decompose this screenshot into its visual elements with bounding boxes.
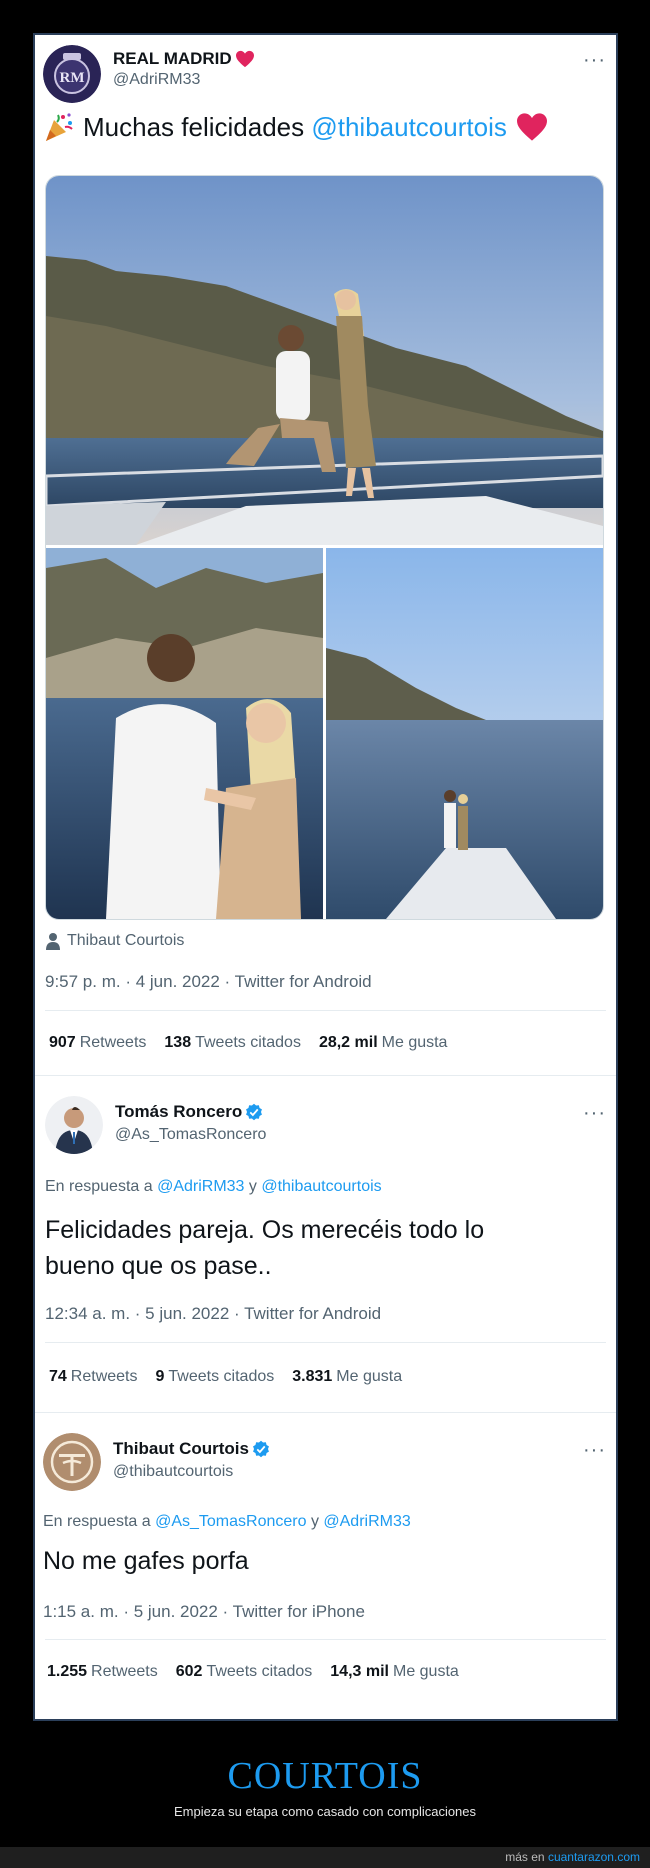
- tweet-stats: 907 Retweets 138 Tweets citados 28,2 mil Me…: [49, 1034, 447, 1052]
- quotes-stat[interactable]: 138 Tweets citados: [164, 1034, 301, 1052]
- reply-context: En respuesta a @AdriRM33 y @thibautcourt…: [45, 1178, 382, 1195]
- verified-badge-icon: [253, 1440, 269, 1458]
- mention-link[interactable]: @thibautcourtois: [311, 112, 507, 142]
- tweet-timestamp[interactable]: 1:15 a. m. · 5 jun. 2022 · Twitter for i…: [43, 1602, 365, 1622]
- quotes-stat[interactable]: 602 Tweets citados: [176, 1663, 313, 1681]
- likes-stat[interactable]: 14,3 mil Me gusta: [330, 1663, 459, 1681]
- photo-proposal[interactable]: [46, 176, 603, 545]
- reply-user-link[interactable]: @As_TomasRoncero: [155, 1513, 306, 1530]
- divider: [45, 1342, 606, 1343]
- tweet-realmadrid[interactable]: RM REAL MADRID @AdriRM33 ··· Muchas feli…: [35, 35, 616, 1051]
- photo-embrace[interactable]: [46, 548, 323, 919]
- verified-badge-icon: [246, 1103, 263, 1121]
- retweets-stat[interactable]: 1.255 Retweets: [47, 1663, 158, 1681]
- tweet-stats: 1.255 Retweets 602 Tweets citados 14,3 mil…: [47, 1663, 459, 1681]
- reply-user-link[interactable]: @AdriRM33: [323, 1513, 410, 1530]
- author-handle[interactable]: @AdriRM33: [113, 71, 200, 89]
- retweets-stat[interactable]: 74 Retweets: [49, 1368, 138, 1386]
- heart-icon: [235, 50, 254, 68]
- author-name[interactable]: Thibaut Courtois: [113, 1439, 249, 1459]
- quotes-stat[interactable]: 9 Tweets citados: [156, 1368, 275, 1386]
- tomasroncero-avatar[interactable]: [45, 1096, 103, 1154]
- more-options-icon[interactable]: ···: [583, 1439, 606, 1462]
- tweet-text: Felicidades pareja. Os merecéis todo lo …: [45, 1212, 484, 1284]
- tweet-text-line: Felicidades pareja. Os merecéis todo lo: [45, 1216, 485, 1244]
- source-site-link[interactable]: cuantarazon.com: [548, 1850, 640, 1864]
- heart-icon: [516, 113, 547, 141]
- photo-credit-name[interactable]: Thibaut Courtois: [67, 932, 184, 950]
- post-subtitle: Empieza su etapa como casado con complic…: [173, 1804, 477, 1819]
- tweet-photo-grid[interactable]: [45, 175, 604, 920]
- thibautcourtois-avatar[interactable]: [43, 1433, 101, 1491]
- author-name[interactable]: REAL MADRID: [113, 49, 232, 69]
- tweet-stats: 74 Retweets 9 Tweets citados 3.831 Me gusta: [49, 1368, 402, 1386]
- tweet-text-line: bueno que os pase..: [45, 1252, 272, 1280]
- tweet-tomasroncero[interactable]: Tomás Roncero @As_TomasRoncero ··· En re…: [35, 1076, 616, 1416]
- tweet-thibautcourtois[interactable]: Thibaut Courtois @thibautcourtois ··· En…: [35, 1413, 616, 1719]
- source-bar: más en cuantarazon.com: [0, 1847, 650, 1868]
- source-credit: más en cuantarazon.com: [505, 1850, 640, 1864]
- tweet-timestamp[interactable]: 9:57 p. m. · 4 jun. 2022 · Twitter for A…: [45, 972, 372, 992]
- divider: [45, 1639, 606, 1640]
- person-icon: [46, 933, 60, 950]
- realmadrid-avatar[interactable]: RM: [43, 45, 101, 103]
- reply-context: En respuesta a @As_TomasRoncero y @AdriR…: [43, 1513, 411, 1530]
- reply-user-link[interactable]: @AdriRM33: [157, 1178, 244, 1195]
- tweet-text-body: Muchas felicidades: [83, 111, 312, 142]
- tweet-text: No me gafes porfa: [43, 1547, 249, 1575]
- photo-sunset-boat[interactable]: [326, 548, 603, 919]
- tweet-text: Muchas felicidades @thibautcourtois: [43, 111, 549, 143]
- tweet-timestamp[interactable]: 12:34 a. m. · 5 jun. 2022 · Twitter for …: [45, 1304, 381, 1324]
- photo-credit[interactable]: Thibaut Courtois: [45, 932, 184, 950]
- likes-stat[interactable]: 28,2 mil Me gusta: [319, 1034, 448, 1052]
- reply-user-link[interactable]: @thibautcourtois: [261, 1178, 381, 1195]
- more-options-icon[interactable]: ···: [583, 49, 606, 72]
- author-handle[interactable]: @thibautcourtois: [113, 1463, 233, 1481]
- likes-stat[interactable]: 3.831 Me gusta: [292, 1368, 402, 1386]
- more-options-icon[interactable]: ···: [583, 1102, 606, 1125]
- tweet-thread-card: RM REAL MADRID @AdriRM33 ··· Muchas feli…: [33, 33, 618, 1721]
- retweets-stat[interactable]: 907 Retweets: [49, 1034, 146, 1052]
- author-name[interactable]: Tomás Roncero: [115, 1102, 242, 1122]
- party-popper-icon: [46, 113, 73, 141]
- svg-text:RM: RM: [60, 70, 85, 86]
- author-handle[interactable]: @As_TomasRoncero: [115, 1126, 266, 1144]
- post-title: COURTOIS: [227, 1755, 423, 1797]
- divider: [45, 1010, 606, 1011]
